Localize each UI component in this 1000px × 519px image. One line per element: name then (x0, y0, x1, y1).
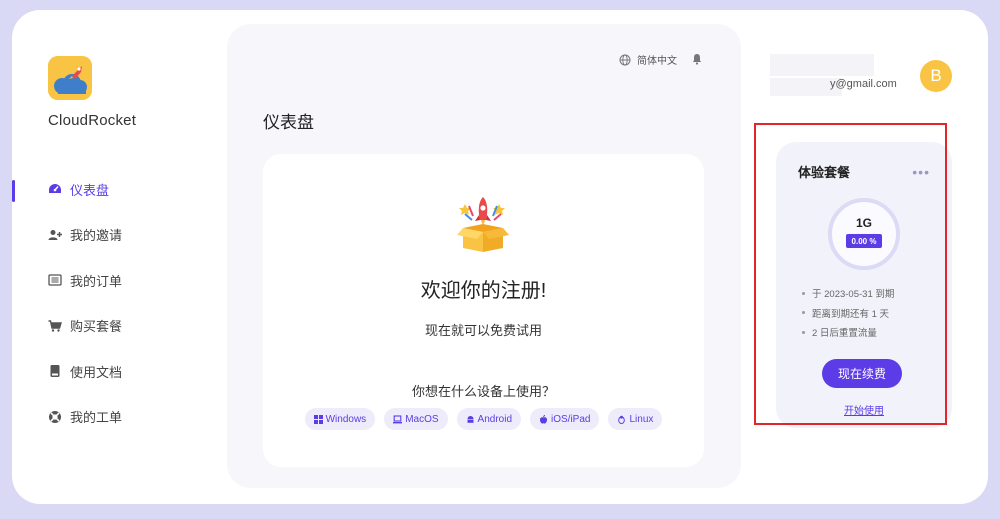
sidebar-item-dashboard[interactable]: 仪表盘 (48, 178, 122, 200)
os-label: MacOS (405, 413, 439, 425)
apple-icon (540, 414, 547, 424)
language-label: 简体中文 (637, 56, 677, 67)
os-button-linux[interactable]: Linux (608, 408, 663, 430)
user-email: y@gmail.com (830, 78, 897, 90)
os-label: Android (477, 413, 512, 425)
sidebar-item-label: 我的邀请 (70, 228, 123, 243)
sidebar-item-label: 我的订单 (70, 273, 123, 289)
page-title: 仪表盘 (263, 113, 314, 132)
sidebar-item-buy-plan[interactable]: 购买套餐 (48, 315, 122, 337)
language-selector[interactable]: 简体中文 (619, 52, 677, 67)
os-button-ios[interactable]: iOS/iPad (530, 408, 600, 430)
os-label: Linux (629, 413, 654, 425)
sidebar-item-orders[interactable]: 我的订单 (48, 269, 122, 291)
os-button-macos[interactable]: MacOS (384, 408, 448, 430)
welcome-subtitle: 现在就可以免费试用 (424, 323, 542, 338)
os-options: Windows MacOS Android iOS/iPad Linux (263, 408, 704, 430)
welcome-card: 欢迎你的注册! 现在就可以免费试用 你想在什么设备上使用？ Windows Ma… (263, 154, 704, 467)
android-icon (467, 415, 474, 423)
globe-icon (619, 54, 631, 65)
active-indicator (12, 180, 15, 202)
user-plus-icon (48, 228, 62, 242)
cart-icon (48, 319, 62, 333)
os-label: Windows (325, 413, 367, 425)
book-icon (48, 364, 62, 378)
sidebar-nav: 仪表盘 我的邀请 我的订单 购买套餐 使用文档 我的工单 (48, 178, 122, 451)
bell-icon[interactable] (691, 53, 703, 65)
dashboard-icon (48, 182, 62, 196)
avatar[interactable]: B (920, 60, 952, 92)
main-panel: 简体中文 仪表盘 欢迎你的注册! 现在就可以免费试用 你想在什么设备上使用？ W… (227, 24, 741, 488)
email-redaction (770, 54, 874, 76)
os-button-android[interactable]: Android (456, 408, 521, 430)
sidebar-item-label: 使用文档 (70, 364, 123, 380)
sidebar-item-invitations[interactable]: 我的邀请 (48, 224, 122, 246)
linux-icon (618, 415, 626, 424)
brand-logo-icon[interactable] (48, 56, 92, 100)
laptop-icon (393, 414, 403, 423)
sidebar-item-tickets[interactable]: 我的工单 (48, 406, 122, 428)
brand-name: CloudRocket (48, 112, 137, 129)
sidebar-item-label: 我的工单 (70, 410, 123, 425)
support-icon (48, 410, 62, 424)
os-button-windows[interactable]: Windows (304, 408, 376, 430)
list-icon (48, 273, 62, 287)
welcome-heading: 欢迎你的注册! (420, 280, 547, 302)
sidebar-item-label: 仪表盘 (70, 182, 110, 198)
windows-icon (313, 414, 323, 424)
highlight-box (754, 123, 947, 425)
device-question: 你想在什么设备上使用？ (411, 384, 555, 399)
os-label: iOS/iPad (551, 413, 591, 425)
sidebar-item-label: 购买套餐 (70, 319, 123, 334)
sidebar-item-docs[interactable]: 使用文档 (48, 360, 122, 382)
rocket-gift-box-icon (457, 197, 509, 252)
